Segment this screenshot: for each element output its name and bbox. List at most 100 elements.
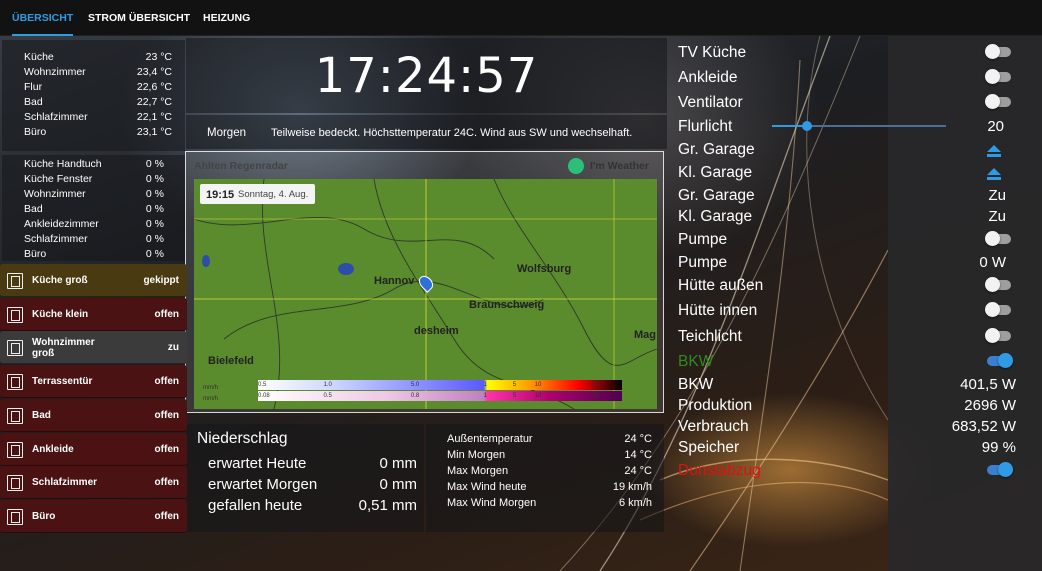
control-label: BKW (678, 353, 714, 370)
control-toggle[interactable] (985, 328, 1011, 343)
control-toggle[interactable] (985, 277, 1011, 292)
tab-strom-uebersicht[interactable]: STROM ÜBERSICHT (88, 0, 190, 36)
window-tile[interactable]: Küche klein offen (0, 297, 187, 331)
window-name: Schlafzimmer (32, 477, 98, 489)
temperature-room-label: Büro (24, 126, 47, 138)
eject-icon[interactable] (987, 144, 1001, 157)
window-icon (7, 441, 23, 458)
window-name: Küche klein (32, 308, 89, 320)
control-toggle[interactable] (985, 94, 1011, 109)
slider-value: 20 (987, 118, 1004, 135)
weather-label: Max Morgen (447, 465, 509, 477)
control-label: Pumpe (678, 254, 728, 271)
control-label: Kl. Garage (678, 164, 753, 181)
clock: 17:24:57 (314, 48, 539, 104)
tab-heizung[interactable]: HEIZUNG (203, 0, 250, 36)
brightness-slider[interactable] (772, 121, 946, 131)
power-value: 2696 W (964, 397, 1016, 414)
window-state: offen (154, 376, 179, 388)
window-tile[interactable]: Küche groß gekippt (0, 264, 187, 297)
radar-brand: I'm Weather (590, 160, 649, 172)
window-icon (7, 475, 23, 492)
rain-radar[interactable]: Ahlten Regenradar I'm Weather 19:15 Sonn… (185, 151, 664, 413)
temperature-room-label: Küche (24, 51, 54, 63)
window-tile[interactable]: Wohnzimmer groß zu (0, 331, 187, 365)
snow-legend-tick: 1 (483, 393, 488, 399)
window-state: zu (167, 342, 179, 354)
radar-map[interactable]: 19:15 Sonntag, 4. Aug. Wolfsburg Hannov … (194, 179, 657, 409)
dashboard: ÜBERSICHT STROM ÜBERSICHT HEIZUNG 17:24:… (0, 0, 1042, 571)
window-icon (7, 340, 23, 357)
precipitation-label: gefallen heute (208, 497, 303, 514)
window-name: Büro (32, 510, 56, 522)
weather-label: Min Morgen (447, 449, 506, 461)
window-state: offen (154, 443, 179, 455)
control-state: Zu (988, 187, 1006, 204)
rain-legend-tick: 5.0 (410, 382, 420, 388)
rain-legend-tick: 1.0 (323, 382, 332, 388)
tab-uebersicht[interactable]: ÜBERSICHT (12, 0, 74, 36)
control-label: Hütte innen (678, 302, 758, 319)
city-label: desheim (414, 325, 459, 337)
temperature-value: 23,4 °C (136, 66, 172, 78)
control-toggle[interactable] (987, 353, 1013, 368)
control-label: Ventilator (678, 94, 743, 111)
weather-label: Max Wind Morgen (447, 497, 537, 509)
snow-legend-tick: 10 (534, 393, 542, 399)
window-icon (7, 273, 23, 289)
window-tile[interactable]: Terrassentür offen (0, 365, 187, 399)
snow-legend-tick: 30 (592, 393, 600, 399)
snow-legend-tick: 0.08 (258, 393, 270, 399)
rain-legend-tick: 5 (512, 382, 517, 388)
city-label: Hannov (374, 275, 415, 287)
power-value: 401,5 W (960, 376, 1016, 393)
snow-legend-tick: 0.5 (323, 393, 332, 399)
weather-value: 6 km/h (618, 497, 652, 509)
percentage-value: 0 % (145, 218, 164, 230)
window-tile[interactable]: Ankleide offen (0, 432, 187, 466)
eject-icon[interactable] (987, 167, 1001, 180)
snow-legend-tick: 0.8 (410, 393, 420, 399)
percentage-value: 0 % (145, 173, 164, 185)
precipitation-label: erwartet Heute (208, 455, 307, 472)
rain-legend-tick: 1 (483, 382, 488, 388)
slider-handle[interactable] (801, 121, 812, 131)
window-tile[interactable]: Bad offen (0, 398, 187, 432)
power-value: 99 % (981, 439, 1016, 456)
precipitation-label: erwartet Morgen (208, 476, 318, 493)
window-tile[interactable]: Schlafzimmer offen (0, 466, 187, 500)
control-toggle[interactable] (985, 69, 1011, 84)
control-state: Zu (988, 208, 1006, 225)
window-state: offen (154, 510, 179, 522)
precipitation-value: 0 mm (379, 476, 418, 493)
temperature-value: 23 °C (145, 51, 172, 63)
snow-legend-tick: 5 (512, 393, 517, 399)
control-toggle[interactable] (985, 231, 1011, 246)
dunstabzug-toggle[interactable] (987, 462, 1013, 477)
control-label: Pumpe (678, 231, 728, 248)
percentage-label: Wohnzimmer (24, 188, 86, 200)
control-toggle[interactable] (985, 302, 1011, 317)
control-toggle[interactable] (985, 44, 1011, 59)
window-name: Terrassentür (32, 376, 93, 388)
radar-date: Sonntag, 4. Aug. (238, 189, 309, 200)
city-label: Braunschweig (469, 299, 545, 311)
weather-value: 24 °C (624, 465, 652, 477)
window-icon (7, 508, 23, 525)
temperature-value: 22,1 °C (136, 111, 172, 123)
city-label: Bielefeld (208, 355, 254, 367)
power-label: Speicher (678, 439, 740, 456)
temperature-room-label: Flur (24, 81, 43, 93)
window-tile[interactable]: Büro offen (0, 499, 187, 533)
top-nav: ÜBERSICHT STROM ÜBERSICHT HEIZUNG (0, 0, 1042, 36)
window-state: offen (154, 477, 179, 489)
percentage-value: 0 % (145, 233, 164, 245)
radar-time: 19:15 (206, 189, 235, 201)
radar-title: Ahlten Regenradar (194, 160, 288, 172)
weather-label: Außentemperatur (447, 433, 533, 445)
window-icon (7, 407, 23, 424)
precipitation-title: Niederschlag (197, 430, 288, 447)
temperature-room-label: Schlafzimmer (24, 111, 88, 123)
window-state: gekippt (143, 275, 179, 286)
power-label: Verbrauch (678, 418, 749, 435)
